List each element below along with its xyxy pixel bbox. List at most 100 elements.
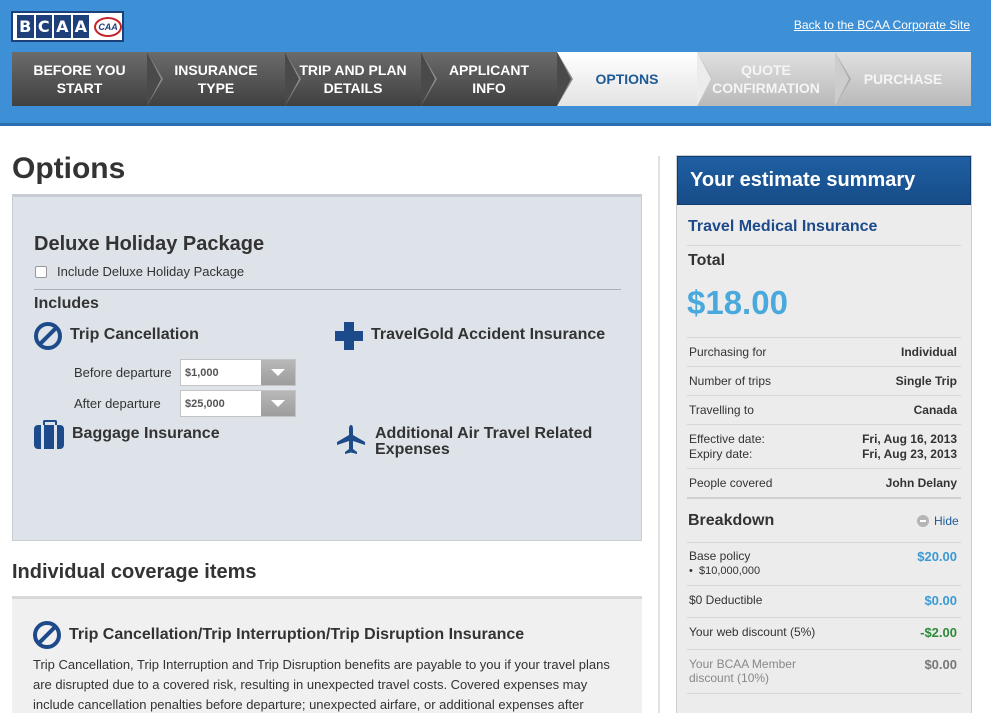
deluxe-package-panel: Deluxe Holiday Package Include Deluxe Ho…	[12, 194, 642, 541]
column-divider	[658, 156, 660, 713]
divider	[687, 245, 961, 246]
divider	[687, 693, 961, 694]
summary-row: Purchasing for Individual	[689, 345, 957, 359]
row-label: $0 Deductible	[689, 593, 763, 607]
step-label: APPLICANT INFO	[448, 62, 530, 96]
row-label: Your web discount (5%)	[689, 625, 816, 639]
row-amount: -$2.00	[920, 625, 957, 640]
airplane-icon	[337, 425, 365, 454]
individual-coverage-heading: Individual coverage items	[12, 561, 257, 583]
step-trip-and-plan-details[interactable]: TRIP AND PLAN DETAILS	[285, 52, 437, 106]
site-header: B C A A CAA Back to the BCAA Corporate S…	[0, 0, 991, 126]
bcaa-logo[interactable]: B C A A CAA	[11, 11, 124, 42]
row-value: Single Trip	[895, 374, 957, 388]
chevron-down-icon[interactable]	[261, 391, 295, 416]
breakdown-row: Your BCAA Member discount (10%) $0.00	[689, 657, 957, 685]
page-title: Options	[12, 152, 126, 185]
feature-label: TravelGold Accident Insurance	[371, 326, 606, 343]
step-label: OPTIONS	[595, 71, 659, 87]
step-applicant-info[interactable]: APPLICANT INFO	[421, 52, 573, 106]
before-departure-label: Before departure	[74, 365, 172, 380]
no-sign-icon	[33, 621, 61, 649]
row-label: Your BCAA Member discount (10%)	[689, 657, 796, 685]
divider	[687, 617, 961, 618]
divider	[687, 366, 961, 367]
coverage-item-title: Trip Cancellation/Trip Interruption/Trip…	[69, 626, 525, 643]
step-quote-confirmation: QUOTE CONFIRMATION	[697, 52, 851, 106]
logo-letter: B	[17, 15, 34, 38]
suitcase-icon	[34, 420, 64, 449]
step-before-you-start[interactable]: BEFORE YOU START	[12, 52, 163, 106]
corporate-site-link[interactable]: Back to the BCAA Corporate Site	[794, 18, 970, 32]
breakdown-row: Base policy $20.00	[689, 549, 957, 564]
step-purchase: PURCHASE	[835, 52, 971, 106]
before-departure-value: $1,000	[185, 366, 219, 379]
breakdown-row: Your web discount (5%) -$2.00	[689, 625, 957, 640]
coverage-item-heading: Trip Cancellation/Trip Interruption/Trip…	[33, 621, 524, 649]
step-insurance-type[interactable]: INSURANCE TYPE	[147, 52, 301, 106]
feature-air-travel-expenses: Additional Air Travel Related Expenses	[335, 423, 605, 458]
includes-heading: Includes	[34, 295, 99, 312]
divider	[687, 424, 961, 425]
step-label: TRIP AND PLAN DETAILS	[299, 62, 407, 96]
logo-letter: A	[54, 15, 71, 38]
no-sign-icon	[34, 322, 62, 350]
feature-label: Additional Air Travel Related Expenses	[375, 425, 593, 458]
before-departure-select[interactable]: $1,000	[180, 359, 296, 386]
divider	[687, 585, 961, 586]
logo-letter: A	[72, 15, 90, 38]
row-value: John Delany	[885, 476, 957, 490]
summary-row: Effective date: Fri, Aug 16, 2013	[689, 432, 957, 446]
divider	[687, 542, 961, 543]
step-label: PURCHASE	[863, 71, 943, 87]
row-amount: $0.00	[924, 657, 957, 672]
after-departure-row: After departure $25,000	[74, 390, 296, 417]
feature-trip-cancellation: Trip Cancellation	[34, 322, 199, 350]
divider	[687, 468, 961, 469]
after-departure-label: After departure	[74, 396, 161, 411]
estimate-summary-panel: Your estimate summary Travel Medical Ins…	[676, 155, 972, 713]
row-label: Purchasing for	[689, 345, 767, 359]
include-package-checkbox[interactable]	[35, 265, 47, 278]
coverage-item-description: Trip Cancellation, Trip Interruption and…	[33, 657, 610, 712]
minus-circle-icon	[917, 515, 929, 527]
after-departure-select[interactable]: $25,000	[180, 390, 296, 417]
summary-row: Number of trips Single Trip	[689, 374, 957, 388]
hide-label: Hide	[934, 514, 959, 528]
divider	[687, 649, 961, 650]
row-value: Fri, Aug 23, 2013	[862, 447, 957, 461]
include-package-option[interactable]: Include Deluxe Holiday Package	[35, 264, 244, 279]
row-value: Individual	[900, 345, 957, 359]
step-label: INSURANCE TYPE	[174, 62, 258, 96]
row-amount: $0.00	[924, 593, 957, 608]
step-label: BEFORE YOU START	[33, 62, 126, 96]
divider	[687, 395, 961, 396]
medical-cross-icon	[335, 322, 363, 350]
divider	[687, 337, 961, 338]
feature-baggage-insurance: Baggage Insurance	[34, 420, 220, 449]
breakdown-row: $0 Deductible $0.00	[689, 593, 957, 608]
hide-breakdown-link[interactable]: Hide	[917, 514, 959, 528]
summary-product: Travel Medical Insurance	[688, 218, 878, 235]
feature-label: Baggage Insurance	[72, 425, 220, 442]
package-title: Deluxe Holiday Package	[34, 233, 265, 255]
row-value: Canada	[913, 403, 957, 417]
chevron-down-icon[interactable]	[261, 360, 295, 385]
include-package-label: Include Deluxe Holiday Package	[57, 264, 245, 279]
row-label: Expiry date:	[689, 447, 753, 461]
progress-steps: BEFORE YOU START INSURANCE TYPE TRIP AND…	[12, 52, 971, 106]
step-label: QUOTE CONFIRMATION	[712, 62, 820, 96]
row-label: Number of trips	[689, 374, 772, 388]
step-options[interactable]: OPTIONS	[557, 52, 713, 106]
base-policy-detail: • $10,000,000	[689, 565, 761, 577]
summary-row: People covered John Delany	[689, 476, 957, 490]
caa-badge: CAA	[94, 16, 122, 37]
divider	[34, 289, 621, 290]
row-value: Fri, Aug 16, 2013	[862, 432, 957, 446]
row-amount: $20.00	[917, 549, 957, 564]
feature-label: Trip Cancellation	[70, 326, 199, 343]
before-departure-row: Before departure $1,000	[74, 359, 296, 386]
logo-letter: C	[35, 15, 53, 38]
row-label: Effective date:	[689, 432, 765, 446]
summary-row: Travelling to Canada	[689, 403, 957, 417]
